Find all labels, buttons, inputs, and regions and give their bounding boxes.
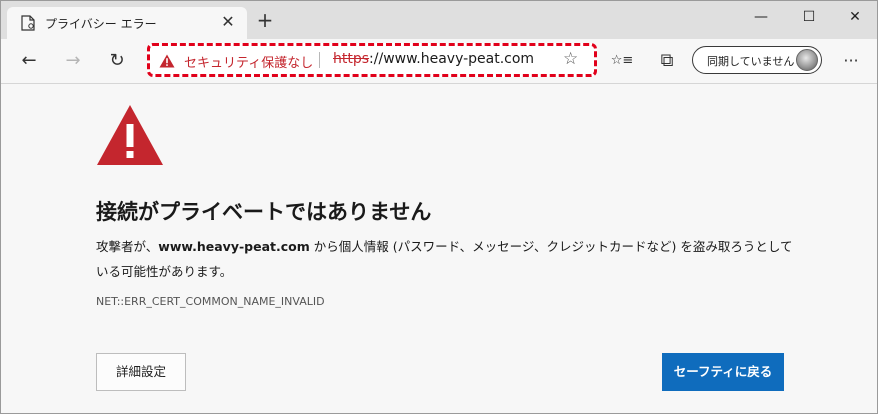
- forward-arrow-icon[interactable]: →: [61, 49, 85, 73]
- back-arrow-icon[interactable]: ←: [17, 49, 41, 73]
- favorite-star-icon[interactable]: ☆: [563, 49, 578, 69]
- maximize-icon[interactable]: ☐: [789, 5, 829, 29]
- tab-close-icon[interactable]: ✕: [219, 13, 237, 31]
- error-page: 接続がプライベートではありません 攻撃者が、www.heavy-peat.com…: [1, 84, 877, 413]
- toolbar: ← → ↻ セキュリティ保護なし https://www.heavy-peat.…: [1, 39, 877, 84]
- warning-triangle-icon: [96, 104, 164, 166]
- warning-triangle-icon: [159, 53, 175, 68]
- security-warning-label[interactable]: セキュリティ保護なし: [184, 52, 313, 71]
- description-prefix: 攻撃者が、: [96, 239, 159, 254]
- url-text[interactable]: https://www.heavy-peat.com: [333, 51, 534, 67]
- favorites-icon[interactable]: ☆≡: [610, 49, 634, 73]
- profile-sync-button[interactable]: 同期していません: [692, 46, 822, 74]
- tab-privacy-error[interactable]: プライバシー エラー ✕: [7, 7, 247, 39]
- new-tab-icon[interactable]: +: [254, 10, 276, 32]
- description-domain: www.heavy-peat.com: [158, 239, 310, 254]
- url-scheme: https: [333, 51, 370, 67]
- url-host: ://www.heavy-peat.com: [369, 51, 535, 67]
- collections-icon[interactable]: ⧉: [655, 49, 679, 73]
- tab-title: プライバシー エラー: [45, 17, 157, 31]
- avatar: [796, 49, 818, 71]
- page-title: 接続がプライベートではありません: [96, 200, 432, 224]
- go-back-to-safety-button[interactable]: セーフティに戻る: [662, 353, 784, 391]
- minimize-icon[interactable]: —: [741, 5, 781, 29]
- advanced-settings-button[interactable]: 詳細設定: [96, 353, 186, 391]
- more-menu-icon[interactable]: ···: [839, 49, 863, 73]
- address-divider: [319, 52, 320, 68]
- title-bar: プライバシー エラー ✕ + — ☐ ✕: [1, 1, 877, 39]
- address-bar[interactable]: セキュリティ保護なし https://www.heavy-peat.com ☆: [147, 43, 597, 77]
- window-close-icon[interactable]: ✕: [835, 5, 875, 29]
- error-description: 攻撃者が、www.heavy-peat.com から個人情報 (パスワード、メッ…: [96, 234, 796, 284]
- sync-status-label: 同期していません: [707, 55, 795, 68]
- error-code[interactable]: NET::ERR_CERT_COMMON_NAME_INVALID: [96, 295, 325, 308]
- document-icon: [21, 15, 35, 31]
- refresh-icon[interactable]: ↻: [105, 49, 129, 73]
- browser-window: プライバシー エラー ✕ + — ☐ ✕ ← → ↻ セキュリティ保護なし ht…: [0, 0, 878, 414]
